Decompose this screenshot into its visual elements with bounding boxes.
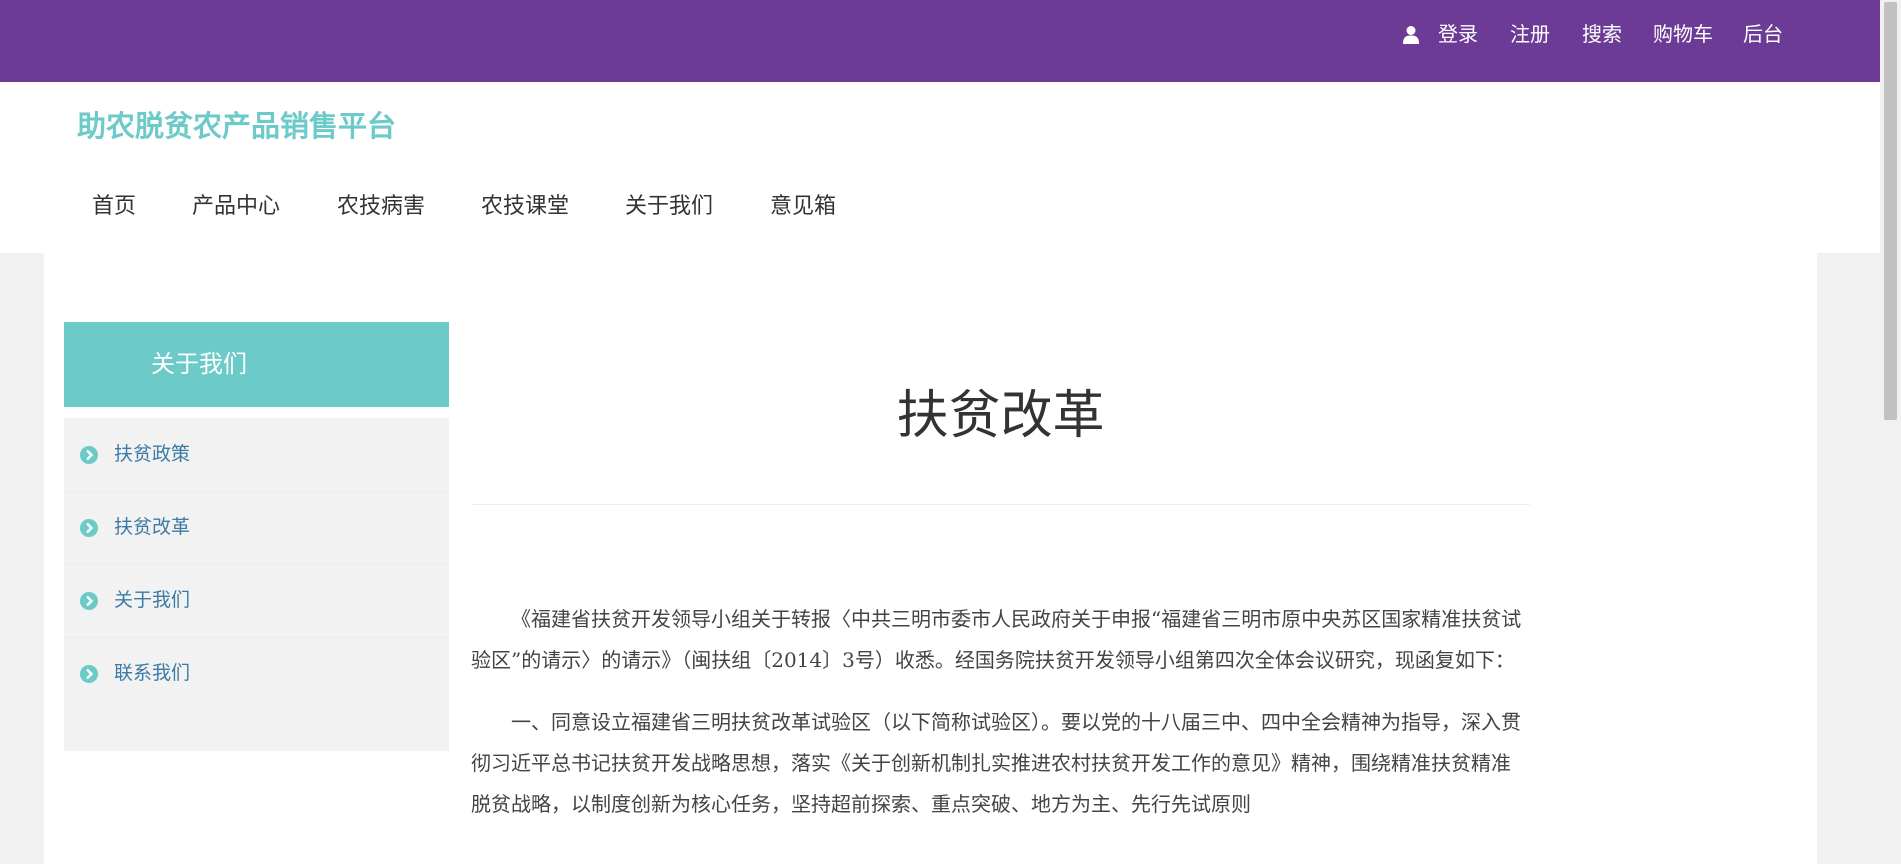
sidebar-item-label: 扶贫政策 [114, 443, 191, 465]
article-body: 《福建省扶贫开发领导小组关于转报〈中共三明市委市人民政府关于申报“福建省三明市原… [471, 599, 1530, 846]
nav-agri-class[interactable]: 农技课堂 [481, 192, 569, 222]
site-header: 助农脱贫农产品销售平台 首页 产品中心 农技病害 农技课堂 关于我们 意见箱 [0, 82, 1880, 253]
nav-about[interactable]: 关于我们 [625, 192, 713, 222]
user-icon [1403, 26, 1419, 44]
article-paragraph: 一、同意设立福建省三明扶贫改革试验区（以下简称试验区）。要以党的十八届三中、四中… [471, 710, 1521, 816]
sidebar-title: 关于我们 [64, 322, 449, 407]
chevron-right-circle-icon [80, 519, 98, 537]
sidebar-item-label: 关于我们 [114, 589, 191, 611]
sidebar-item-label: 扶贫改革 [114, 516, 191, 538]
sidebar-item-label: 联系我们 [114, 662, 191, 684]
chevron-right-circle-icon [80, 665, 98, 683]
top-bar: 登录 注册 搜索 购物车 后台 [0, 0, 1880, 82]
chevron-right-circle-icon [80, 446, 98, 464]
article-paragraph: 《福建省扶贫开发领导小组关于转报〈中共三明市委市人民政府关于申报“福建省三明市原… [471, 607, 1522, 672]
admin-link[interactable]: 后台 [1743, 20, 1783, 48]
nav-products[interactable]: 产品中心 [192, 192, 280, 222]
sidebar-item-contact-us[interactable]: 联系我们 [64, 637, 449, 710]
page-scrollbar[interactable] [1880, 0, 1901, 864]
content-container: 关于我们 扶贫政策 扶贫改革 关于我们 联系我们 扶贫改革 《福建省扶贫开发领导… [44, 253, 1817, 864]
sidebar-menu: 扶贫政策 扶贫改革 关于我们 联系我们 [64, 418, 449, 751]
sidebar-item-poverty-policy[interactable]: 扶贫政策 [64, 418, 449, 492]
scrollbar-thumb[interactable] [1884, 2, 1897, 420]
site-logo[interactable]: 助农脱贫农产品销售平台 [77, 106, 396, 146]
search-link[interactable]: 搜索 [1582, 20, 1622, 48]
article-title: 扶贫改革 [896, 386, 1105, 446]
register-link[interactable]: 注册 [1510, 20, 1550, 48]
chevron-right-circle-icon [80, 592, 98, 610]
nav-suggestion-box[interactable]: 意见箱 [770, 192, 836, 222]
login-link[interactable]: 登录 [1438, 20, 1478, 48]
sidebar-item-about-us[interactable]: 关于我们 [64, 564, 449, 638]
sidebar-item-poverty-reform[interactable]: 扶贫改革 [64, 491, 449, 565]
cart-link[interactable]: 购物车 [1653, 20, 1713, 48]
sidebar-title-text: 关于我们 [151, 350, 247, 378]
nav-crop-disease[interactable]: 农技病害 [337, 192, 425, 222]
nav-home[interactable]: 首页 [92, 192, 136, 222]
title-divider [471, 504, 1530, 505]
